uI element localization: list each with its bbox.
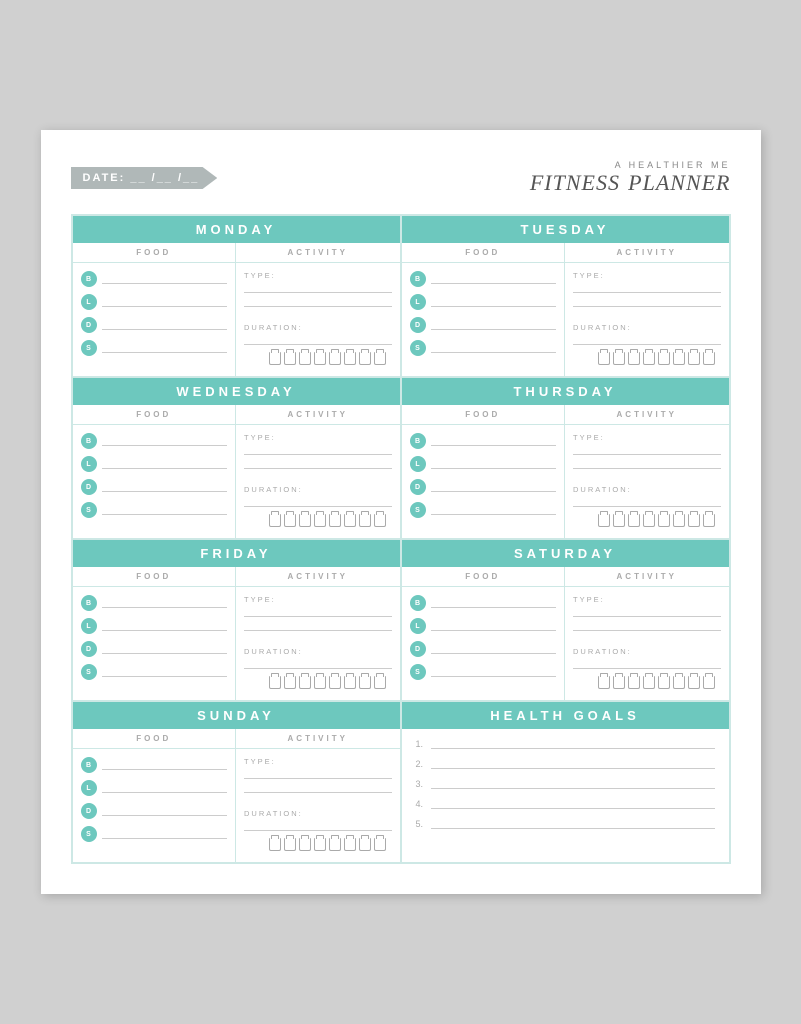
monday-meal-b: B [81,271,228,287]
badge-l: L [81,294,97,310]
badge-d: D [81,317,97,333]
goal-num-4: 4. [416,799,426,809]
goal-2: 2. [416,759,715,769]
water-cup [299,352,311,365]
thursday-header: THURSDAY [402,378,729,405]
day-friday: FRIDAY FOOD ACTIVITY B L D S TYPE: [72,539,401,701]
goal-4: 4. [416,799,715,809]
date-label: DATE: __ /__ /__ [71,167,218,189]
day-sunday: SUNDAY FOOD ACTIVITY B L D S TYPE: [72,701,401,863]
monday-meal-l: L [81,294,228,310]
monday-meal-d: D [81,317,228,333]
monday-water [244,349,392,370]
wednesday-header: WEDNESDAY [73,378,400,405]
day-wednesday: WEDNESDAY FOOD ACTIVITY B L D S TYPE: [72,377,401,539]
tuesday-meal-s: S [410,340,557,356]
goal-5: 5. [416,819,715,829]
bottom-row: SUNDAY FOOD ACTIVITY B L D S TYPE: [72,701,730,863]
monday-duration-label: DURATION: [244,323,392,332]
tuesday-content: B L D S TYPE: DURATION: [402,263,729,376]
goals-content: 1. 2. 3. 4. [402,729,729,849]
saturday-header: SATURDAY [402,540,729,567]
badge-s: S [81,340,97,356]
water-cup [284,352,296,365]
day-monday: MONDAY FOOD ACTIVITY B L D S TYPE: [72,215,401,377]
sunday-header: SUNDAY [73,702,400,729]
water-cup [329,352,341,365]
week-row-1: MONDAY FOOD ACTIVITY B L D S TYPE: [72,215,730,377]
health-goals-block: HEALTH GOALS 1. 2. 3. 4. [401,701,730,863]
monday-subheader: FOOD ACTIVITY [73,243,400,263]
monday-header: MONDAY [73,216,400,243]
monday-type-label: TYPE: [244,271,392,280]
page: DATE: __ /__ /__ A HEALTHIER ME FITNESS … [41,130,761,894]
badge-b: B [81,271,97,287]
tuesday-subheader: FOOD ACTIVITY [402,243,729,263]
tuesday-header: TUESDAY [402,216,729,243]
tuesday-water [573,349,721,370]
monday-activity-label: ACTIVITY [236,243,400,262]
monday-meal-s: S [81,340,228,356]
tuesday-duration-label: DURATION: [573,323,721,332]
tuesday-meal-d: D [410,317,557,333]
tuesday-type-label: TYPE: [573,271,721,280]
monday-activity: TYPE: DURATION: [236,263,400,376]
tuesday-food: B L D S [402,263,566,376]
brand: A HEALTHIER ME FITNESS Planner [530,160,731,196]
day-thursday: THURSDAY FOOD ACTIVITY B L D S TYPE: [401,377,730,539]
water-cup [314,352,326,365]
friday-header: FRIDAY [73,540,400,567]
week-row-2: WEDNESDAY FOOD ACTIVITY B L D S TYPE: [72,377,730,539]
water-cup [269,352,281,365]
monday-food-label: FOOD [73,243,237,262]
day-tuesday: TUESDAY FOOD ACTIVITY B L D S TYPE: [401,215,730,377]
goal-num-1: 1. [416,739,426,749]
goal-num-3: 3. [416,779,426,789]
header: DATE: __ /__ /__ A HEALTHIER ME FITNESS … [71,160,731,196]
tuesday-food-label: FOOD [402,243,566,262]
water-cup [374,352,386,365]
water-cup [344,352,356,365]
day-saturday: SATURDAY FOOD ACTIVITY B L D S TYPE: [401,539,730,701]
tuesday-activity: TYPE: DURATION: [565,263,729,376]
tuesday-meal-b: B [410,271,557,287]
tuesday-meal-l: L [410,294,557,310]
brand-subtitle: A HEALTHIER ME [530,160,731,170]
monday-content: B L D S TYPE: DURATION: [73,263,400,376]
health-goals-header: HEALTH GOALS [402,702,729,729]
goal-num-5: 5. [416,819,426,829]
goal-num-2: 2. [416,759,426,769]
tuesday-activity-label: ACTIVITY [565,243,729,262]
water-cup [359,352,371,365]
planner-grid: MONDAY FOOD ACTIVITY B L D S TYPE: [71,214,731,864]
week-row-3: FRIDAY FOOD ACTIVITY B L D S TYPE: [72,539,730,701]
brand-title: FITNESS Planner [530,170,731,196]
goal-1: 1. [416,739,715,749]
monday-food: B L D S [73,263,237,376]
goal-3: 3. [416,779,715,789]
